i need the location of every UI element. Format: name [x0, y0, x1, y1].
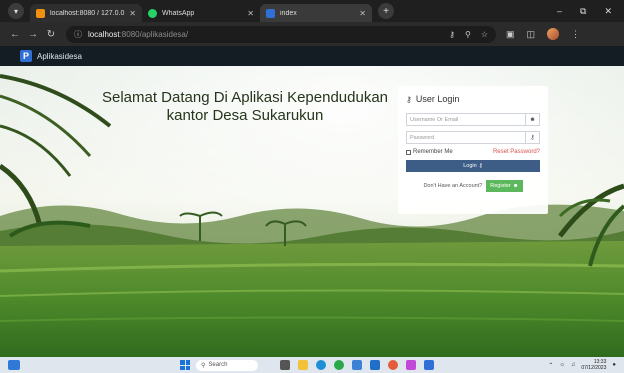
- login-title-text: User Login: [415, 94, 460, 104]
- register-button-label: Register: [490, 183, 511, 189]
- volume-icon[interactable]: ♫: [571, 362, 576, 368]
- tab-title: localhost:8080 / 127.0.0.1 / des: [50, 9, 125, 17]
- site-info-icon[interactable]: ⓘ: [74, 29, 82, 40]
- mail-icon[interactable]: [370, 360, 380, 370]
- remember-me-label: Remember Me: [413, 149, 453, 155]
- url-host: localhost: [88, 29, 120, 39]
- side-panel-icon[interactable]: ◫: [527, 29, 536, 40]
- clock[interactable]: 13:33 07/12/2023: [581, 359, 606, 371]
- url-path: :8080/aplikasidesa/: [119, 29, 189, 39]
- chevron-up-icon[interactable]: ⌃: [548, 362, 553, 369]
- login-panel: ⚷ User Login ☻ ⚷ Remember Me Reset Passw…: [398, 86, 548, 214]
- login-button-label: Login: [463, 163, 477, 169]
- app-logo[interactable]: P: [20, 50, 32, 62]
- address-bar[interactable]: ⓘ localhost :8080/aplikasidesa/ ⚷ ⚲ ☆: [66, 25, 496, 43]
- no-account-text: Don't Have an Account?: [423, 183, 483, 189]
- search-label: Search: [208, 362, 228, 368]
- login-title: ⚷ User Login: [406, 94, 540, 104]
- bookmark-star-icon[interactable]: ☆: [481, 30, 488, 39]
- app-favicon-icon: [266, 8, 275, 18]
- clock-date: 07/12/2023: [581, 365, 607, 371]
- key-icon: ⚷: [478, 163, 483, 169]
- window-controls: – ⧉ ✕: [557, 6, 612, 17]
- password-field: ⚷: [406, 131, 540, 144]
- whatsapp-favicon-icon: [148, 8, 157, 18]
- app-navbar: P Aplikasidesa: [0, 46, 624, 66]
- password-input[interactable]: [407, 134, 525, 141]
- welcome-heading: Selamat Datang Di Aplikasi Kependudukan …: [96, 89, 394, 125]
- phpmyadmin-favicon-icon: [36, 8, 45, 18]
- network-icon[interactable]: ☼: [559, 362, 565, 368]
- forward-icon[interactable]: →: [24, 29, 42, 40]
- register-button[interactable]: Register ☻: [486, 180, 523, 192]
- reload-icon[interactable]: ↻: [42, 29, 60, 40]
- reset-password-link[interactable]: Reset Password?: [493, 149, 540, 155]
- checkbox-box[interactable]: [406, 149, 411, 155]
- welcome-line-2: kantor Desa Sukarukun: [166, 107, 324, 124]
- username-field: ☻: [406, 113, 540, 126]
- store-icon[interactable]: [352, 360, 362, 370]
- browser-tab-index[interactable]: index ✕: [260, 4, 372, 22]
- welcome-line-1: Selamat Datang Di Aplikasi Kependudukan: [101, 89, 389, 106]
- back-icon[interactable]: ←: [6, 29, 24, 40]
- browser-tab-bar: ▾ localhost:8080 / 127.0.0.1 / des ✕ Wha…: [0, 0, 624, 22]
- password-key-icon[interactable]: ⚷: [449, 30, 455, 39]
- hero-section: Selamat Datang Di Aplikasi Kependudukan …: [0, 66, 624, 357]
- task-view-icon[interactable]: [280, 360, 290, 370]
- profile-avatar[interactable]: [547, 28, 560, 40]
- browser-app-icon[interactable]: [388, 360, 398, 370]
- register-row: Don't Have an Account? Register ☻: [406, 180, 540, 192]
- chrome-icon[interactable]: [334, 360, 344, 370]
- app-brand-name[interactable]: Aplikasidesa: [37, 52, 82, 61]
- browser-tab-whatsapp[interactable]: WhatsApp ✕: [142, 4, 260, 22]
- tab-title: WhatsApp: [162, 9, 195, 17]
- taskbar-search[interactable]: ⚲ Search: [196, 359, 258, 371]
- close-tab-icon[interactable]: ✕: [247, 9, 254, 18]
- widgets-icon[interactable]: [8, 360, 20, 370]
- close-window-icon[interactable]: ✕: [604, 6, 612, 17]
- close-tab-icon[interactable]: ✕: [129, 9, 136, 18]
- key-icon: ⚷: [406, 94, 412, 104]
- new-tab-button[interactable]: +: [378, 3, 394, 19]
- app-p-icon[interactable]: [424, 360, 434, 370]
- windows-taskbar: ⚲ Search ⌃ ☼ ♫ 13:33 07/12/2023 ●: [0, 357, 624, 373]
- notification-bell-icon[interactable]: ●: [612, 362, 616, 368]
- file-explorer-icon[interactable]: [298, 360, 308, 370]
- start-windows-icon[interactable]: [180, 360, 190, 370]
- login-button[interactable]: Login ⚷: [406, 160, 540, 172]
- user-icon: ☻: [512, 183, 519, 189]
- user-icon: ☻: [525, 114, 539, 125]
- browser-tab-phpmyadmin[interactable]: localhost:8080 / 127.0.0.1 / des ✕: [30, 4, 142, 22]
- taskbar-apps: [280, 360, 434, 370]
- system-tray: ⌃ ☼ ♫ 13:33 07/12/2023 ●: [548, 359, 616, 371]
- remember-me-checkbox[interactable]: Remember Me: [406, 149, 453, 155]
- menu-kebab-icon[interactable]: ⋮: [571, 29, 580, 40]
- tab-search-icon[interactable]: ▾: [8, 3, 24, 19]
- tab-title: index: [280, 9, 297, 17]
- extensions-icon[interactable]: ▣: [506, 29, 515, 40]
- minimize-icon[interactable]: –: [557, 6, 562, 17]
- media-app-icon[interactable]: [406, 360, 416, 370]
- edge-icon[interactable]: [316, 360, 326, 370]
- username-input[interactable]: [407, 116, 525, 123]
- browser-toolbar: ← → ↻ ⓘ localhost :8080/aplikasidesa/ ⚷ …: [0, 22, 624, 46]
- restore-icon[interactable]: ⧉: [580, 6, 586, 17]
- remember-reset-row: Remember Me Reset Password?: [406, 149, 540, 155]
- zoom-icon[interactable]: ⚲: [465, 30, 471, 39]
- key-icon: ⚷: [525, 132, 539, 143]
- search-icon: ⚲: [201, 362, 206, 369]
- close-tab-icon[interactable]: ✕: [359, 9, 366, 18]
